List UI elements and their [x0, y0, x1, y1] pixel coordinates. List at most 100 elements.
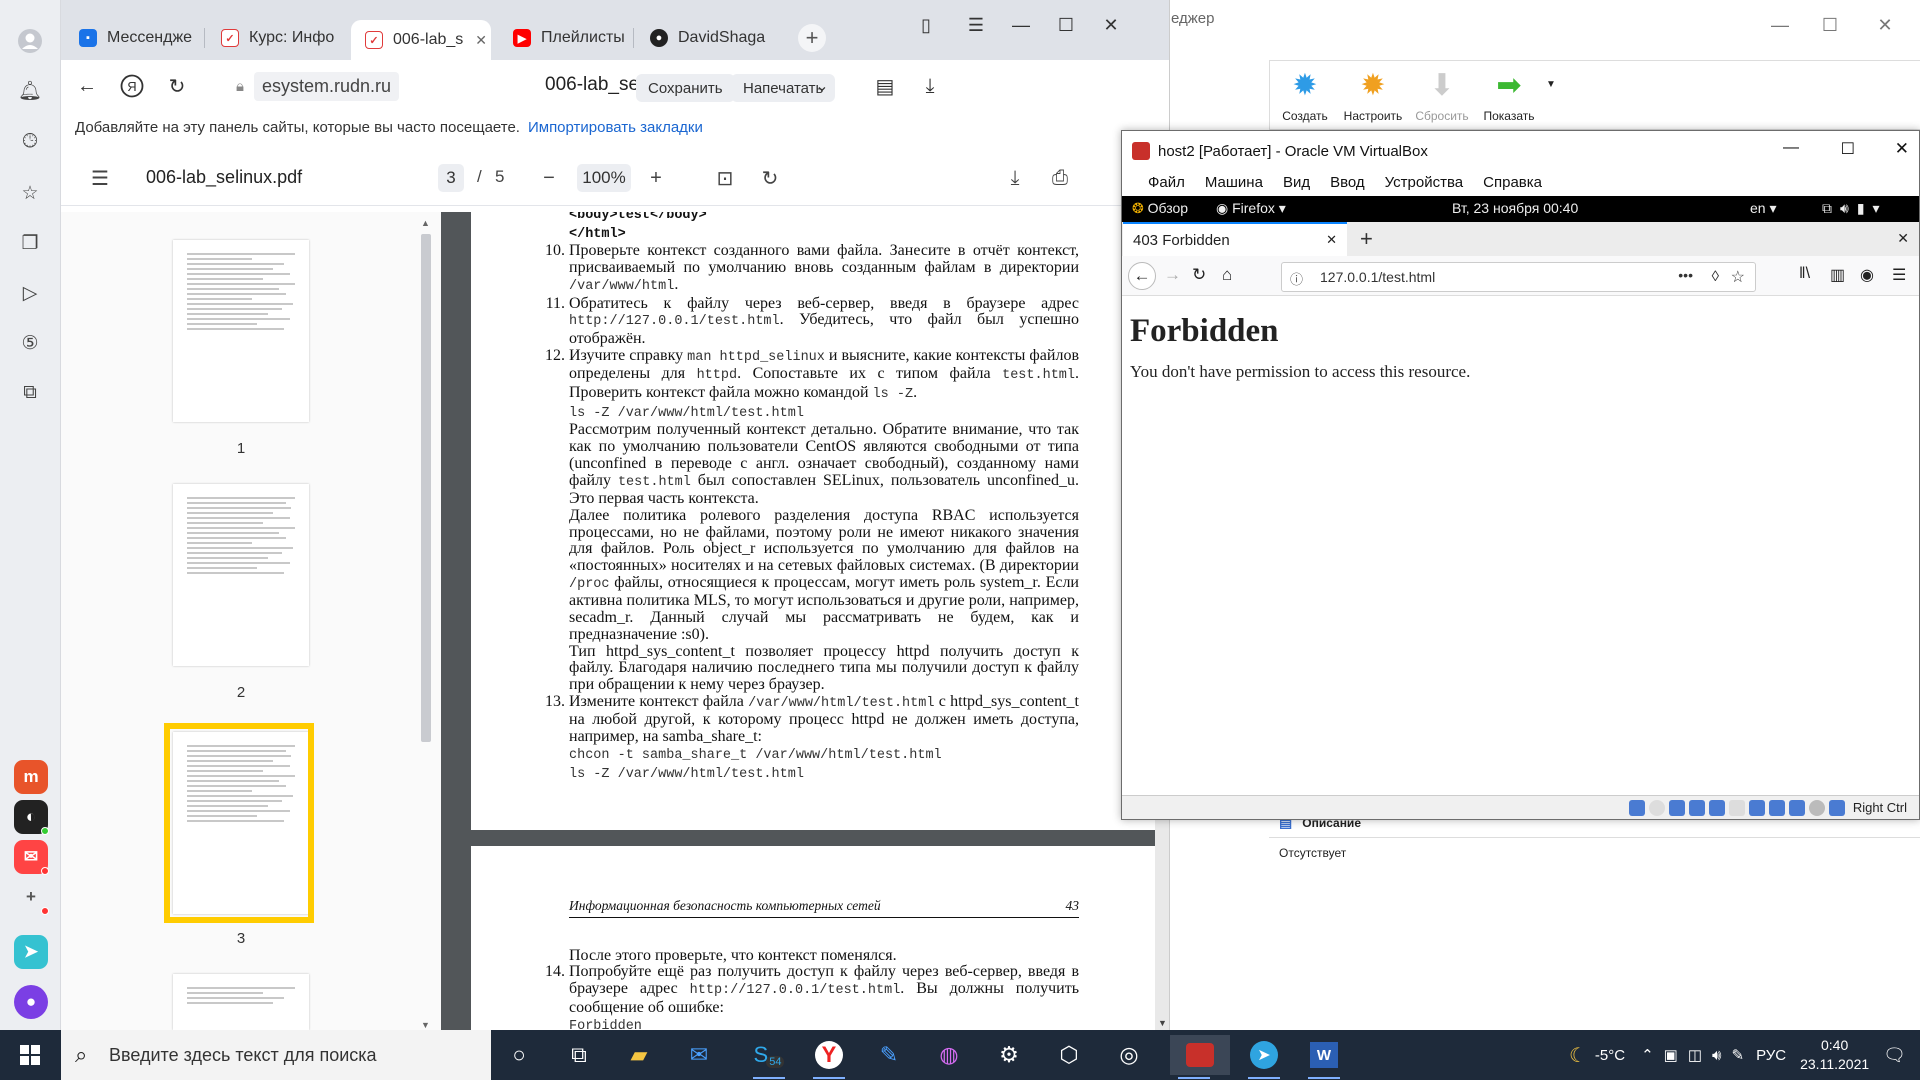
- dropdown-arrow-icon[interactable]: ▼: [1546, 79, 1556, 90]
- zoom-out-icon[interactable]: −: [535, 164, 563, 192]
- menu-machine[interactable]: Машина: [1205, 174, 1263, 191]
- virtualbox-taskbar-icon[interactable]: [1170, 1035, 1230, 1079]
- telegram-icon[interactable]: ➤: [1240, 1035, 1288, 1079]
- notifications-bell-icon[interactable]: 🔔︎: [17, 78, 43, 104]
- maximize-button[interactable]: ☐: [1810, 10, 1850, 40]
- add-app-icon[interactable]: +: [14, 880, 49, 915]
- thumbnail-page[interactable]: [173, 240, 309, 422]
- pocket-icon[interactable]: ◊: [1712, 268, 1719, 285]
- mail-icon[interactable]: ✉: [675, 1035, 723, 1075]
- tabs-menu-icon[interactable]: ▯: [906, 10, 946, 40]
- minimize-button[interactable]: —: [1760, 10, 1800, 40]
- save-button[interactable]: Сохранить: [636, 74, 735, 102]
- close-tab-icon[interactable]: ✕: [1326, 232, 1337, 248]
- obs-icon[interactable]: ◎: [1105, 1035, 1153, 1075]
- file-explorer-icon[interactable]: ▰: [615, 1035, 663, 1075]
- tray-app-icon[interactable]: ▣: [1664, 1046, 1678, 1064]
- downloads-icon[interactable]: ⤓: [916, 72, 944, 100]
- pen-icon[interactable]: ✎: [1731, 1046, 1744, 1064]
- thumbnail-page[interactable]: [173, 974, 309, 1030]
- yandex-logo-icon[interactable]: Я: [118, 72, 146, 100]
- steam-icon[interactable]: ⚙: [985, 1035, 1033, 1075]
- 3d-box-icon[interactable]: ⬡: [1045, 1035, 1093, 1075]
- language-indicator[interactable]: en ▾: [1750, 200, 1777, 217]
- browser-menu-icon[interactable]: ☰: [956, 10, 996, 40]
- new-tab-button[interactable]: +: [798, 24, 826, 52]
- close-window-button[interactable]: ✕: [1091, 10, 1131, 40]
- system-tray-icons[interactable]: ⧉🔊︎▮▾: [1822, 200, 1888, 217]
- close-firefox-icon[interactable]: ✕: [1897, 230, 1909, 247]
- history-clock-icon[interactable]: 🕒︎: [17, 129, 43, 155]
- rotate-icon[interactable]: ↻: [756, 164, 784, 192]
- chevron-down-icon[interactable]: ⌄: [808, 72, 836, 100]
- alice-assistant-icon[interactable]: ●: [14, 985, 48, 1019]
- firefox-url-field[interactable]: ⓘ 127.0.0.1/test.html ••• ◊ ☆: [1281, 262, 1756, 292]
- menu-help[interactable]: Справка: [1483, 174, 1542, 191]
- menu-devices[interactable]: Устройства: [1385, 174, 1463, 191]
- messenger-app-icon[interactable]: ➤: [14, 935, 48, 969]
- scroll-down-icon[interactable]: ▼: [421, 1020, 430, 1030]
- create-tool-button[interactable]: ✹ Создать: [1272, 65, 1338, 124]
- hdd-status-icon[interactable]: [1628, 799, 1645, 816]
- network-icon[interactable]: ◫: [1688, 1046, 1702, 1064]
- bookmark-star-icon[interactable]: ☆: [1731, 267, 1745, 287]
- language-indicator[interactable]: РУС: [1756, 1047, 1786, 1064]
- tray-chevron-up-icon[interactable]: ⌃: [1641, 1046, 1654, 1064]
- zoom-level[interactable]: 100%: [577, 164, 631, 192]
- library-icon[interactable]: ‖\: [1799, 265, 1810, 283]
- notifications-icon[interactable]: 🗨︎: [1883, 1045, 1906, 1066]
- word-icon[interactable]: W: [1300, 1035, 1348, 1079]
- collections-icon[interactable]: ❐: [17, 230, 43, 256]
- close-window-button[interactable]: ✕: [1895, 139, 1909, 159]
- firefox-tab-403[interactable]: 403 Forbidden ✕: [1123, 222, 1347, 256]
- scrollbar-thumb[interactable]: [421, 234, 431, 742]
- home-icon[interactable]: ⌂: [1222, 265, 1232, 285]
- taskbar-search-box[interactable]: ⌕ Введите здесь текст для поиска: [61, 1030, 491, 1080]
- sidebar-icon[interactable]: ▥: [1830, 265, 1845, 285]
- scroll-up-icon[interactable]: ▲: [421, 218, 430, 228]
- close-window-button[interactable]: ✕: [1865, 10, 1905, 40]
- back-arrow-icon[interactable]: ←: [73, 72, 101, 100]
- pdf-document-area[interactable]: <body>test</body> </html> 10. Проверьте к…: [441, 212, 1169, 1030]
- keyboard-status-icon[interactable]: [1828, 799, 1845, 816]
- tab-messenger[interactable]: ▪ Мессендже: [65, 20, 200, 56]
- display-status-icon[interactable]: [1748, 799, 1765, 816]
- fit-page-icon[interactable]: ⊡: [711, 164, 739, 192]
- profile-avatar-icon[interactable]: [17, 28, 43, 54]
- menu-icon[interactable]: ☰: [1892, 265, 1906, 285]
- mail-ru-app-icon[interactable]: m: [14, 760, 48, 794]
- video-play-icon[interactable]: ▷: [17, 280, 43, 306]
- maximize-button[interactable]: ☐: [1841, 139, 1855, 159]
- app-menu-firefox[interactable]: ◉ Firefox ▾: [1216, 200, 1286, 217]
- zoom-in-icon[interactable]: +: [642, 164, 670, 192]
- forward-arrow-icon[interactable]: →: [1164, 265, 1181, 285]
- page-actions-icon[interactable]: •••: [1678, 267, 1693, 283]
- screenshot-icon[interactable]: ⧉: [17, 380, 43, 406]
- skype-icon[interactable]: S 54: [745, 1035, 793, 1079]
- audio-status-icon[interactable]: [1668, 799, 1685, 816]
- five-icon[interactable]: ⑤: [17, 330, 43, 356]
- taskbar-clock[interactable]: 0:40 23.11.2021: [1800, 1036, 1869, 1074]
- account-icon[interactable]: ◉: [1860, 265, 1874, 285]
- reload-icon[interactable]: ↻: [163, 72, 191, 100]
- tab-github[interactable]: ● DavidShaga: [636, 20, 786, 56]
- discord-icon[interactable]: ◍: [925, 1035, 973, 1075]
- thumbnail-page[interactable]: [173, 484, 309, 666]
- minimize-button[interactable]: —: [1783, 139, 1799, 157]
- pdf-print-icon[interactable]: ⎙: [1046, 164, 1074, 192]
- menu-view[interactable]: Вид: [1283, 174, 1310, 191]
- sidebar-toggle-icon[interactable]: ☰: [86, 164, 114, 192]
- network-status-icon[interactable]: [1688, 799, 1705, 816]
- discard-tool-button[interactable]: ⬇ Сбросить: [1409, 65, 1475, 124]
- url-field[interactable]: 🔒︎ esystem.rudn.ru: [236, 70, 486, 102]
- start-button[interactable]: [0, 1030, 60, 1080]
- settings-tool-button[interactable]: ✹ Настроить: [1340, 65, 1406, 124]
- menu-input[interactable]: Ввод: [1330, 174, 1365, 191]
- import-bookmarks-link[interactable]: Импортировать закладки: [528, 119, 703, 136]
- pdf-download-icon[interactable]: ⤓: [1001, 164, 1029, 192]
- shared-folders-icon[interactable]: [1728, 799, 1745, 816]
- scroll-down-icon[interactable]: ▼: [1158, 1018, 1167, 1028]
- minimize-button[interactable]: —: [1001, 10, 1041, 40]
- bookmarks-star-icon[interactable]: ☆: [17, 180, 43, 206]
- recording-status-icon[interactable]: [1768, 799, 1785, 816]
